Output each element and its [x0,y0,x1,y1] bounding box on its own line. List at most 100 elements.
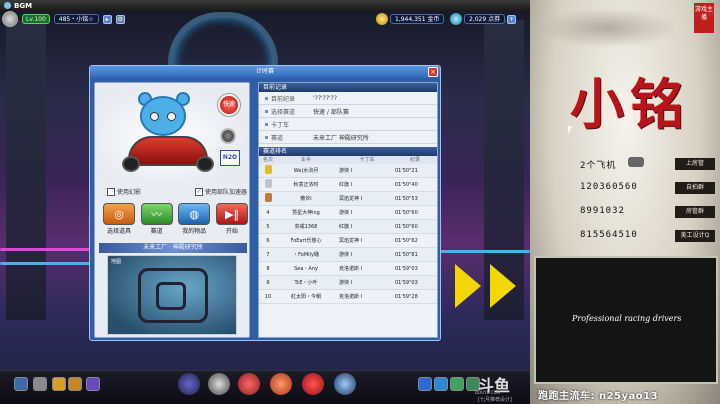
select-item-button[interactable]: ◎ 选择道具 [103,203,135,235]
close-button[interactable]: × [428,67,438,77]
col-rank: 名次 [262,157,273,163]
kart-wheel [196,156,214,172]
market-icon[interactable] [270,373,292,395]
rank-number: 4 [266,209,270,216]
home-icon[interactable] [33,377,47,391]
point-icon [450,13,462,25]
chat-icon[interactable] [434,377,448,391]
window-titlebar: BGM [0,0,530,11]
driver-name: Sea・Any [294,266,318,272]
record-time: 01'50"53 [395,195,418,202]
speed-mode-button[interactable]: 快速 [218,94,240,116]
record-row: 目前纪录 '??'??'?? [259,92,437,105]
phantom-label: 使用幻影 [117,189,142,196]
friends-icon[interactable] [450,377,464,391]
expand-icon[interactable]: ▸ [102,14,112,24]
coupon-balance: 1,944,351 金币 [376,12,445,26]
rank-number: 7 [266,251,270,258]
track-outline-inner [156,282,186,310]
my-items-label: 我的物品 [182,228,207,235]
ranking-row: 8 Sea・Any 克洛诺斯 I 01'59"03 [259,262,437,276]
record-value: '??'??'?? [313,94,338,102]
speedometer-icon[interactable] [208,373,230,395]
kart-menu-icon[interactable] [178,373,200,395]
ranking-row: We|水浒月 游侠 I 01'50"21 [259,164,437,178]
ranking-row: 9 TcE・小叶 游侠 I 01'59"03 [259,276,437,290]
ranking-row: 秋意正浓时 红旗 I 01'50"40 [259,178,437,192]
info-tag: 美工设计Q [675,230,715,242]
record-time: 01'50"81 [395,251,418,258]
record-time: 01'50"60 [395,209,418,216]
cursor-icon [568,126,572,134]
recharge-icon[interactable]: + [507,14,517,24]
ranking-row: 10 紅太阳・今朝 克洛诺斯 I 01'59"28 [259,290,437,304]
track-label: 赛道 [150,228,163,235]
dialog-header: 计时赛 × [90,66,440,78]
rank-number: 8 [266,265,270,272]
gear-icon[interactable] [220,128,236,144]
mail-icon[interactable] [52,377,66,391]
ranking-row: 散伙i 冥焰龙神 I 01'50"53 [259,192,437,206]
arrow-icon[interactable] [418,377,432,391]
stage: BGM Lv.100 485・小铭☆ ▸ ⚙ 1,944,351 金币 2,02… [0,0,720,404]
streamer-name: 小铭 [570,72,690,136]
checkbox-checked-icon[interactable]: ✓ [194,187,203,196]
start-label: 开始 [225,228,238,235]
kart-name: 游侠 I [339,210,353,216]
kart-name: 克洛诺斯 I [339,294,363,300]
driver-name: We|水浒月 [293,168,319,174]
record-key: 赛道 [271,134,284,142]
window-title: BGM [14,1,33,10]
settings-icon[interactable]: ⚙ [115,14,125,24]
info-tag: 自拍群 [675,182,715,194]
list-icon[interactable] [68,377,82,391]
image-icon[interactable] [14,377,28,391]
option-checks: 使用幻影 ✓ 使用部队加速器 [107,187,247,196]
team-boost-label: 使用部队加速器 [204,189,247,196]
record-time: 01'50"62 [395,237,418,244]
ranking-row: 7 ・FoMily璐 游侠 I 01'50"81 [259,248,437,262]
driver-name: 慧星大神ing [292,210,320,216]
track-button[interactable]: 〰 赛道 [140,203,173,235]
col-record: 纪录 [409,157,420,163]
info-tag: 房管群 [675,206,715,218]
medal-icon [264,193,272,202]
driver-name: 紅太阳・今朝 [290,294,321,300]
action-buttons: ◎ 选择道具 〰 赛道 ◍ 我的物品 ▶‖ 开始 [103,203,248,235]
kart-name: 游侠 I [339,252,353,258]
shop-icon[interactable] [238,373,260,395]
record-time: 01'59"28 [395,293,418,300]
rank-number [259,193,277,204]
team-boost-checkbox[interactable]: ✓ 使用部队加速器 [194,187,247,196]
checkbox-empty-icon[interactable] [107,187,115,196]
chevron-arrow [455,264,481,308]
record-row: 卡丁车 [259,118,437,131]
kart-name: 红旗 I [339,182,353,188]
n2o-badge: N2O [220,150,240,166]
game-logo [168,12,278,72]
record-key: 选择赛道 [271,108,296,116]
driver-name: 秋意正浓时 [293,182,319,188]
treasure-icon[interactable] [302,373,324,395]
info-line: 120360560 [580,182,638,192]
streamer-seal: 游戏主播 [694,3,714,33]
phantom-checkbox[interactable]: 使用幻影 [107,187,141,196]
ranking-row: 5 夯咸1368 红旗 I 01'50"60 [259,220,437,234]
coupon-value: 1,944,351 金币 [390,14,445,24]
help-icon[interactable] [86,377,100,391]
bg-pillar-left [6,20,46,320]
my-items-button[interactable]: ◍ 我的物品 [178,203,211,235]
character-icon[interactable] [334,373,356,395]
rank-number: 9 [266,279,270,286]
bottom-toolbar: 斗鱼 DOUYU.COM [0,370,530,404]
kart-preview: 快速 N2O [98,86,248,182]
record-time: 01'59"03 [395,265,418,272]
kart-panel: 快速 N2O 使用幻影 ✓ 使用部队加速器 ◎ 选择道具 〰 赛道 ◍ 我的物品… [94,82,250,338]
character-head [140,96,186,136]
point-balance: 2,029 点券 + [450,12,517,26]
start-button[interactable]: ▶‖ 开始 [215,203,248,235]
record-time: 01'59"03 [395,279,418,286]
avatar[interactable] [2,11,18,27]
rank-number: 6 [266,237,270,244]
medal-icon [264,179,272,188]
